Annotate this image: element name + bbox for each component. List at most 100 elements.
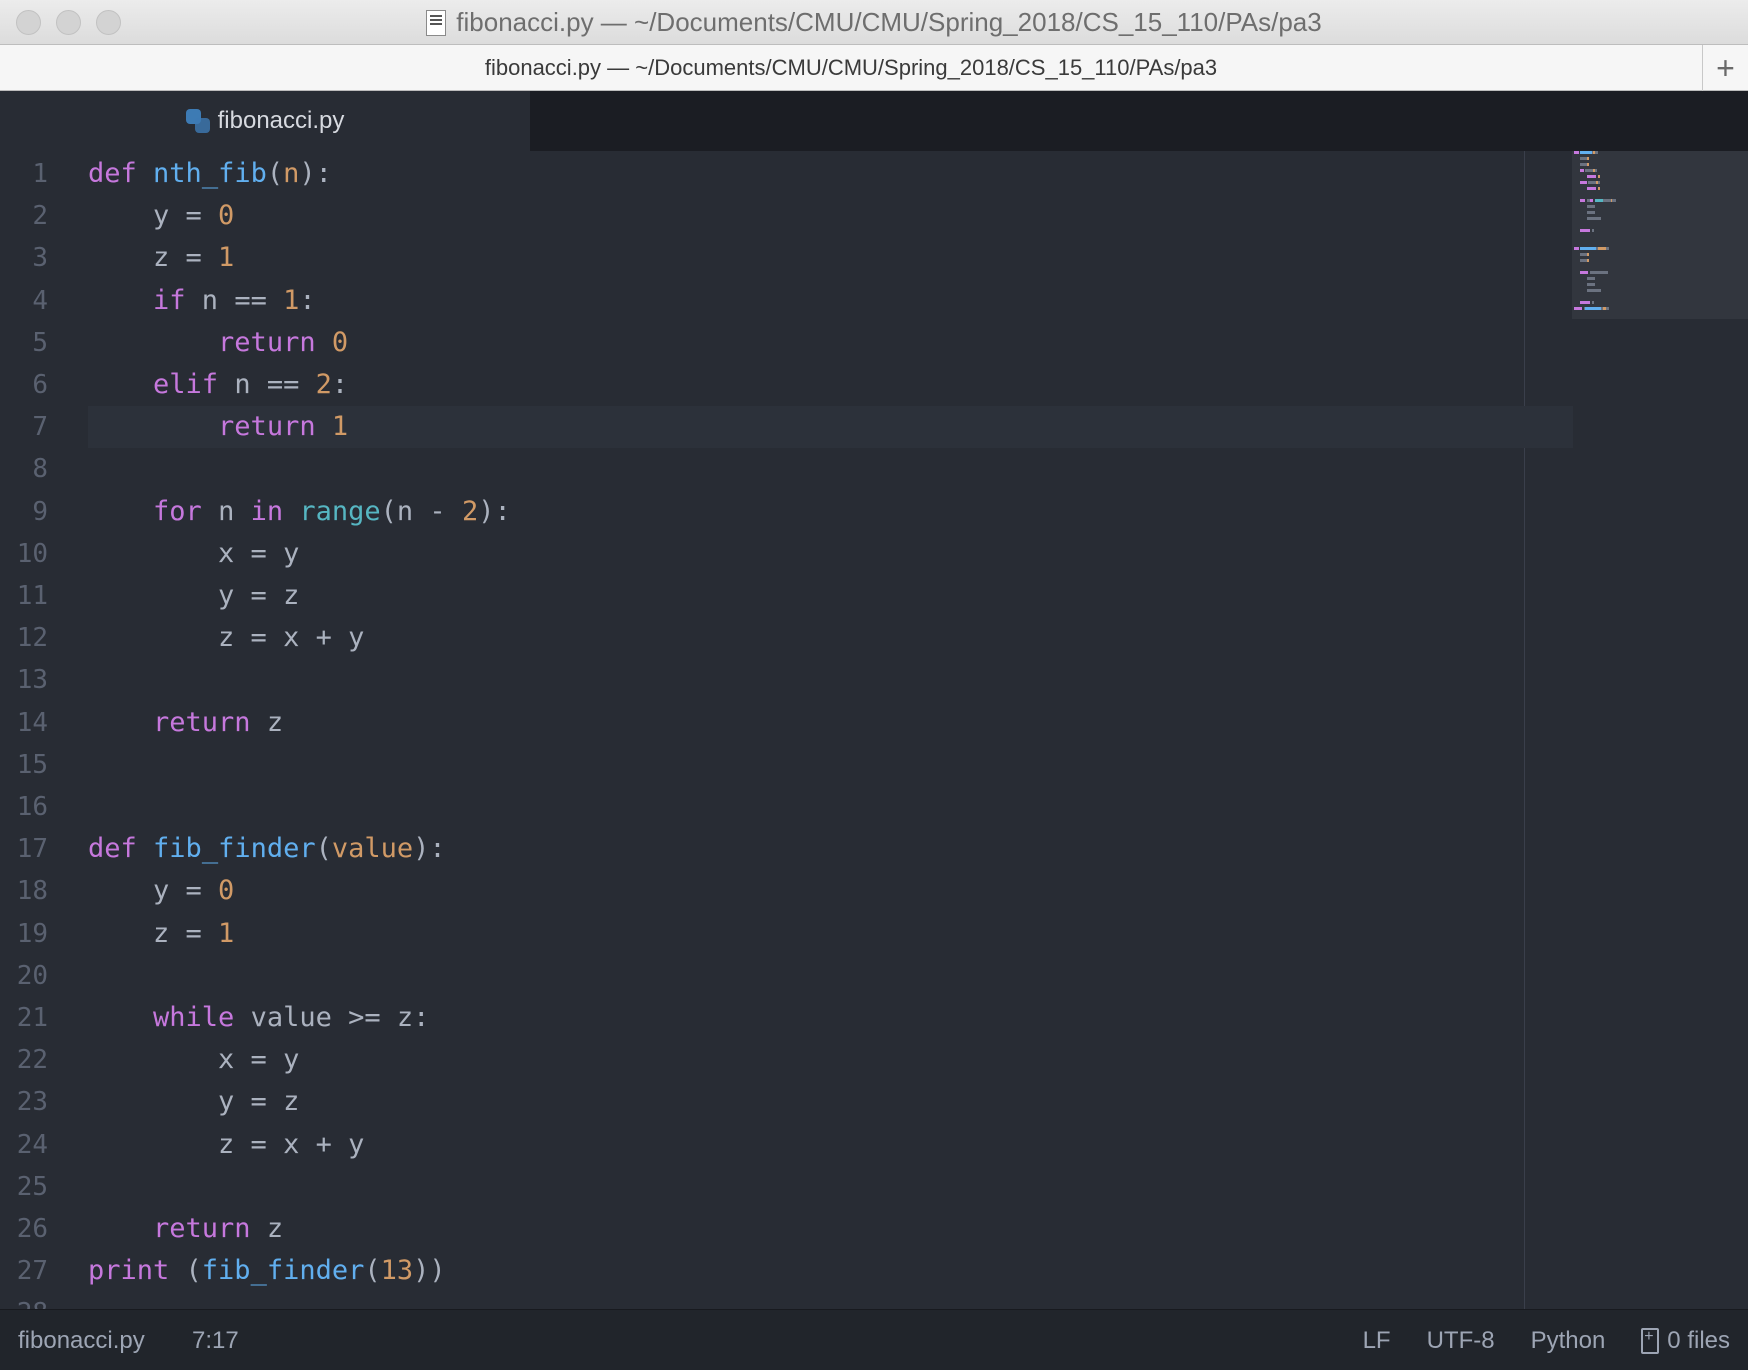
minimap-token (1586, 205, 1595, 208)
code-line[interactable]: z = x + y (88, 1124, 1573, 1166)
code-token: ( (315, 833, 332, 865)
line-number: 26 (16, 1214, 48, 1244)
code-token: print (88, 1255, 170, 1287)
code-line[interactable]: z = 1 (88, 237, 1573, 279)
git-file-icon (1641, 1327, 1660, 1354)
code-line[interactable]: elif n == 2: (88, 364, 1573, 406)
code-token: 0 (218, 200, 235, 232)
minimap[interactable] (1572, 151, 1748, 1309)
grammar-selector[interactable]: Python (1531, 1327, 1606, 1355)
line-number: 22 (16, 1045, 48, 1076)
code-line[interactable]: y = 0 (88, 195, 1573, 237)
code-token: x = y (88, 1044, 300, 1076)
code-line[interactable]: z = 1 (88, 913, 1573, 955)
window-title-group: fibonacci.py — ~/Documents/CMU/CMU/Sprin… (0, 0, 1748, 45)
line-number: 15 (16, 749, 48, 780)
code-token: n == (185, 284, 284, 316)
code-token: z = x + y (88, 622, 365, 654)
line-number: 14 (16, 707, 48, 738)
python-icon (185, 109, 210, 133)
code-line[interactable]: y = z (88, 575, 1573, 617)
tab-label: fibonacci.py (217, 107, 345, 134)
minimap-token (1598, 247, 1606, 250)
minimap-token (1580, 151, 1592, 154)
new-tab-button[interactable]: + (1702, 45, 1748, 91)
code-line[interactable] (88, 659, 1573, 701)
line-number: 23 (16, 1087, 48, 1118)
code-line[interactable] (88, 1166, 1573, 1208)
editor-tab-strip: fibonacci.py (0, 91, 1748, 151)
code-line[interactable]: z = x + y (88, 617, 1573, 659)
code-token: value >= z: (234, 1002, 430, 1033)
code-token: nth_fib (153, 158, 267, 189)
path-title: fibonacci.py — ~/Documents/CMU/CMU/Sprin… (484, 55, 1218, 80)
minimap-token (1606, 307, 1610, 310)
code-area[interactable]: def nth_fib(n): y = 0 z = 1 if n == 1: r… (88, 151, 1573, 1309)
minimap-token (1586, 289, 1602, 292)
code-line[interactable]: x = y (88, 533, 1573, 575)
code-line[interactable]: if n == 1: (88, 280, 1573, 322)
minimap-token (1591, 301, 1594, 304)
code-line[interactable] (88, 786, 1573, 828)
window-title: fibonacci.py — ~/Documents/CMU/CMU/Sprin… (456, 7, 1322, 37)
code-line[interactable]: x = y (88, 1039, 1573, 1081)
code-line[interactable]: return 1 (88, 406, 1573, 449)
code-token: ( (364, 1255, 381, 1287)
code-token: (n - (380, 495, 462, 527)
line-number: 8 (32, 454, 48, 485)
code-line[interactable]: for n in range(n - 2): (88, 491, 1573, 533)
status-file-name[interactable]: fibonacci.py (18, 1310, 145, 1370)
line-number: 25 (16, 1171, 48, 1202)
code-token: return (153, 706, 251, 738)
code-token: 2 (461, 495, 479, 527)
code-token: fib_finder (153, 833, 316, 865)
code-line[interactable]: return z (88, 702, 1573, 744)
code-token: def (88, 158, 137, 189)
minimap-token (1580, 169, 1584, 172)
code-line[interactable]: print (fib_finder(13)) (88, 1250, 1573, 1292)
code-token: 1 (218, 242, 235, 274)
code-line[interactable]: while value >= z: (88, 997, 1573, 1039)
minimap-token (1602, 199, 1611, 202)
code-token: range (299, 495, 381, 527)
code-line[interactable]: return z (88, 1208, 1573, 1250)
code-line[interactable]: def fib_finder(value): (88, 828, 1573, 870)
code-line[interactable] (88, 1292, 1573, 1309)
code-token: if (153, 284, 186, 316)
tab-fibonacci-py[interactable]: fibonacci.py (0, 91, 530, 151)
code-token: z (250, 706, 284, 738)
code-token: elif (153, 369, 219, 400)
code-line[interactable]: y = 0 (88, 870, 1573, 912)
cursor-position[interactable]: 7:17 (192, 1310, 239, 1370)
code-token: fib_finder (201, 1255, 365, 1287)
title-bar: fibonacci.py — ~/Documents/CMU/CMU/Sprin… (0, 0, 1748, 45)
line-number-gutter[interactable]: 1 2 3 4 5 6 7 8 9 10 11 12 13 14 15 16 17 18 19 20 21 22 23 24 2… (0, 151, 80, 1309)
code-line[interactable] (88, 744, 1573, 786)
line-number: 7 (32, 412, 48, 443)
code-token: for (153, 495, 202, 527)
code-token: 1 (283, 284, 300, 316)
encoding-selector[interactable]: UTF-8 (1427, 1327, 1495, 1355)
line-number: 16 (16, 792, 48, 822)
code-line[interactable]: def nth_fib(n): (88, 153, 1573, 195)
minimap-token (1586, 259, 1589, 262)
files-count: 0 files (1667, 1326, 1730, 1354)
code-line[interactable]: return 0 (88, 322, 1573, 364)
git-files-status[interactable]: 0 files (1641, 1327, 1730, 1355)
minimap-token (1606, 247, 1610, 250)
line-number: 9 (32, 496, 48, 527)
minimap-token (1580, 301, 1590, 304)
code-token: ): (299, 158, 332, 189)
code-editor[interactable]: 1 2 3 4 5 6 7 8 9 10 11 12 13 14 15 16 17 18 19 20 21 22 23 24 2… (0, 151, 1748, 1309)
code-line[interactable] (88, 448, 1573, 490)
line-ending-selector[interactable]: LF (1363, 1327, 1391, 1355)
code-line[interactable]: y = z (88, 1081, 1573, 1123)
code-line[interactable] (88, 955, 1573, 997)
code-token: 1 (331, 411, 349, 443)
line-number: 11 (16, 581, 48, 611)
